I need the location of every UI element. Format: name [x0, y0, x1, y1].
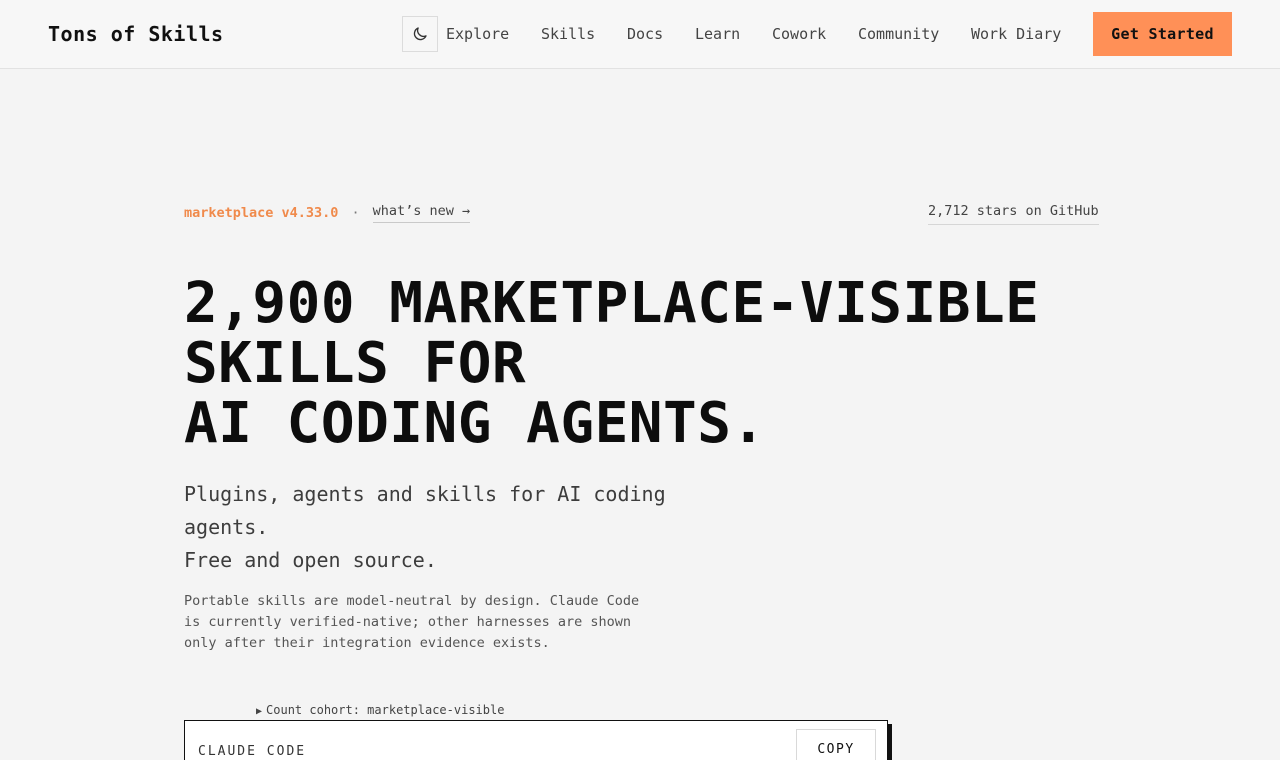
- subtitle-line: Free and open source.: [184, 548, 437, 572]
- hero-title: 2,900 MARKETPLACE-VISIBLE SKILLS FOR AI …: [184, 274, 1084, 454]
- version-row: marketplace v4.33.0 · what’s new →: [184, 203, 471, 223]
- compatibility-note: Portable skills are model-neutral by des…: [184, 593, 640, 651]
- nav-explore[interactable]: Explore: [446, 25, 509, 43]
- count-cohort-toggle[interactable]: ▶ Count cohort: marketplace-visible: [256, 703, 504, 717]
- install-label: CLAUDE CODE: [198, 744, 307, 759]
- nav-cowork[interactable]: Cowork: [772, 25, 826, 43]
- separator-dot: ·: [351, 205, 360, 221]
- triangle-right-icon: ▶: [256, 706, 263, 717]
- site-header: Tons of Skills Explore Skills Docs Learn…: [0, 0, 1280, 69]
- hero-title-line: AI CODING AGENTS.: [184, 391, 766, 456]
- nav-learn[interactable]: Learn: [695, 25, 740, 43]
- version-badge[interactable]: marketplace v4.33.0: [184, 205, 338, 221]
- github-stars-link[interactable]: 2,712 stars on GitHub: [928, 203, 1099, 225]
- brand-logo[interactable]: Tons of Skills: [48, 22, 224, 46]
- theme-toggle-button[interactable]: [402, 16, 438, 52]
- nav-docs[interactable]: Docs: [627, 25, 663, 43]
- hero-title-line: SKILLS FOR: [184, 331, 527, 396]
- copy-button[interactable]: COPY: [796, 729, 876, 760]
- nav-community[interactable]: Community: [858, 25, 939, 43]
- count-cohort-label: Count cohort: marketplace-visible: [266, 703, 505, 717]
- nav-work-diary[interactable]: Work Diary: [971, 25, 1061, 43]
- moon-icon: [413, 27, 427, 41]
- whats-new-link[interactable]: what’s new →: [372, 203, 471, 223]
- nav-skills[interactable]: Skills: [541, 25, 595, 43]
- hero-subtitle: Plugins, agents and skills for AI coding…: [184, 478, 744, 577]
- hero-title-line: 2,900 MARKETPLACE-VISIBLE: [184, 271, 1040, 336]
- subtitle-line: Plugins, agents and skills for AI coding…: [184, 482, 666, 539]
- install-command-box: CLAUDE CODE COPY: [184, 720, 888, 760]
- get-started-button[interactable]: Get Started: [1093, 12, 1232, 56]
